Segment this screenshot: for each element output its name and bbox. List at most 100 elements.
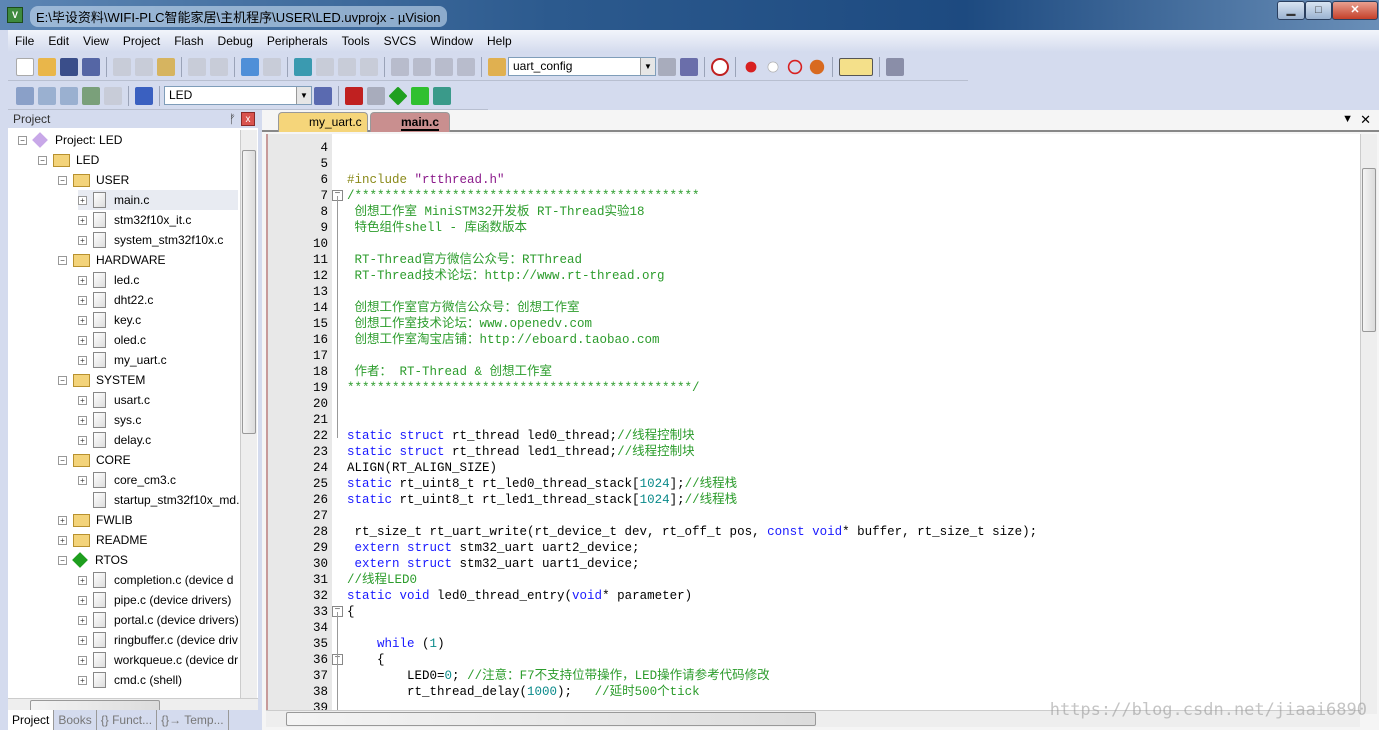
expand-toggle-icon[interactable]: + <box>78 575 87 585</box>
expand-toggle-icon[interactable]: − <box>38 155 47 165</box>
find-in-files-icon[interactable] <box>488 57 506 76</box>
translate-icon[interactable] <box>16 86 34 105</box>
expand-toggle-icon[interactable]: + <box>78 435 87 445</box>
maximize-button[interactable]: □ <box>1305 1 1332 20</box>
unindent-icon[interactable] <box>413 57 431 76</box>
menu-help[interactable]: Help <box>480 34 519 48</box>
comment-icon[interactable] <box>435 57 453 76</box>
menu-view[interactable]: View <box>76 34 116 48</box>
tree-item[interactable]: + sys.c <box>78 410 141 430</box>
incremental-find-icon[interactable] <box>680 57 698 76</box>
menu-flash[interactable]: Flash <box>167 34 210 48</box>
open-folder-icon[interactable] <box>38 57 56 76</box>
copy-icon[interactable] <box>135 57 153 76</box>
paste-icon[interactable] <box>157 57 175 76</box>
tree-item[interactable]: − SYSTEM <box>58 370 145 390</box>
scroll-thumb[interactable] <box>1362 168 1376 332</box>
expand-toggle-icon[interactable]: + <box>78 655 87 665</box>
download-load-icon[interactable] <box>135 86 153 105</box>
tree-item[interactable]: + usart.c <box>78 390 150 410</box>
tree-item[interactable]: − LED <box>38 150 99 170</box>
run-time-environment-icon[interactable] <box>411 86 429 105</box>
debug-session-icon[interactable] <box>711 57 729 76</box>
expand-toggle-icon[interactable]: − <box>58 175 67 185</box>
kill-breakpoints-icon[interactable] <box>809 59 825 74</box>
expand-toggle-icon[interactable]: + <box>58 535 67 545</box>
tree-item[interactable]: + oled.c <box>78 330 146 350</box>
tree-item[interactable]: − HARDWARE <box>58 250 166 270</box>
expand-toggle-icon[interactable]: + <box>78 415 87 425</box>
batch-build-icon[interactable] <box>82 86 100 105</box>
clear-bookmarks-icon[interactable] <box>360 57 378 76</box>
wrench-icon[interactable] <box>886 57 904 76</box>
find-icon[interactable] <box>658 57 676 76</box>
tree-item[interactable]: + dht22.c <box>78 290 153 310</box>
menu-window[interactable]: Window <box>423 34 480 48</box>
tab-list-icon[interactable]: ▼ <box>1342 113 1353 125</box>
tree-item[interactable]: + stm32f10x_it.c <box>78 210 191 230</box>
tree-item[interactable]: + completion.c (device d <box>78 570 233 590</box>
indent-icon[interactable] <box>391 57 409 76</box>
expand-toggle-icon[interactable]: + <box>78 235 87 245</box>
window-layout-icon[interactable] <box>839 57 873 76</box>
nav-forward-icon[interactable] <box>263 57 281 76</box>
expand-toggle-icon[interactable]: + <box>78 635 87 645</box>
tab-functions[interactable]: {} Funct... <box>97 710 158 730</box>
cut-icon[interactable] <box>113 57 131 76</box>
redo-icon[interactable] <box>210 57 228 76</box>
tree-item[interactable]: startup_stm32f10x_md. <box>78 490 239 510</box>
expand-toggle-icon[interactable]: + <box>78 275 87 285</box>
expand-toggle-icon[interactable]: − <box>58 555 67 565</box>
pack-installer-icon[interactable] <box>388 85 408 106</box>
minimize-button[interactable]: ▁ <box>1277 1 1305 20</box>
tab-templates[interactable]: {}→ Temp... <box>157 710 229 730</box>
tree-item[interactable]: + core_cm3.c <box>78 470 176 490</box>
code-view[interactable]: 4 5 6 #include "rtthread.h" 7−/*************… <box>266 134 1360 714</box>
expand-toggle-icon[interactable]: − <box>58 255 67 265</box>
panel-close-icon[interactable]: x <box>241 112 255 126</box>
menu-file[interactable]: File <box>8 34 41 48</box>
pin-icon[interactable]: ᚠ <box>229 110 236 128</box>
select-packs-icon[interactable] <box>367 86 385 105</box>
tree-item[interactable]: − RTOS <box>58 550 128 570</box>
expand-toggle-icon[interactable]: − <box>58 455 67 465</box>
nav-back-icon[interactable] <box>241 57 259 76</box>
multi-project-icon[interactable] <box>433 86 451 105</box>
chevron-down-icon[interactable]: ▼ <box>296 87 311 104</box>
tree-vertical-scrollbar[interactable] <box>240 130 257 698</box>
expand-toggle-icon[interactable]: + <box>78 615 87 625</box>
menu-tools[interactable]: Tools <box>335 34 377 48</box>
tab-project[interactable]: Project <box>8 710 55 730</box>
tree-item[interactable]: − CORE <box>58 450 131 470</box>
tab-my-uart-c[interactable]: my_uart.c <box>278 112 368 132</box>
editor-vertical-scrollbar[interactable] <box>1360 134 1377 714</box>
prev-bookmark-icon[interactable] <box>316 57 334 76</box>
expand-toggle-icon[interactable]: + <box>78 215 87 225</box>
menu-debug[interactable]: Debug <box>211 34 260 48</box>
undo-icon[interactable] <box>188 57 206 76</box>
tree-item[interactable]: + delay.c <box>78 430 151 450</box>
expand-toggle-icon[interactable]: + <box>78 475 87 485</box>
find-combo[interactable]: uart_config ▼ <box>508 57 656 76</box>
tree-item[interactable]: − USER <box>58 170 129 190</box>
stop-build-icon[interactable] <box>104 86 122 105</box>
expand-toggle-icon[interactable]: + <box>58 515 67 525</box>
menu-edit[interactable]: Edit <box>41 34 76 48</box>
expand-toggle-icon[interactable]: + <box>78 595 87 605</box>
tree-item[interactable]: + README <box>58 530 147 550</box>
expand-toggle-icon[interactable]: + <box>78 335 87 345</box>
tree-item[interactable]: + FWLIB <box>58 510 133 530</box>
scroll-thumb[interactable] <box>242 150 256 434</box>
tree-item[interactable]: + cmd.c (shell) <box>78 670 182 690</box>
expand-toggle-icon[interactable]: + <box>78 295 87 305</box>
tree-item[interactable]: + pipe.c (device drivers) <box>78 590 231 610</box>
tree-item[interactable]: + main.c <box>78 190 238 210</box>
menu-peripherals[interactable]: Peripherals <box>260 34 335 48</box>
close-tab-icon[interactable]: ✕ <box>1360 112 1371 128</box>
target-combo[interactable]: LED ▼ <box>164 86 312 105</box>
next-bookmark-icon[interactable] <box>338 57 356 76</box>
disable-breakpoint-icon[interactable] <box>767 61 779 72</box>
chevron-down-icon[interactable]: ▼ <box>640 58 655 75</box>
manage-components-icon[interactable] <box>345 86 363 105</box>
rebuild-icon[interactable] <box>60 86 78 105</box>
